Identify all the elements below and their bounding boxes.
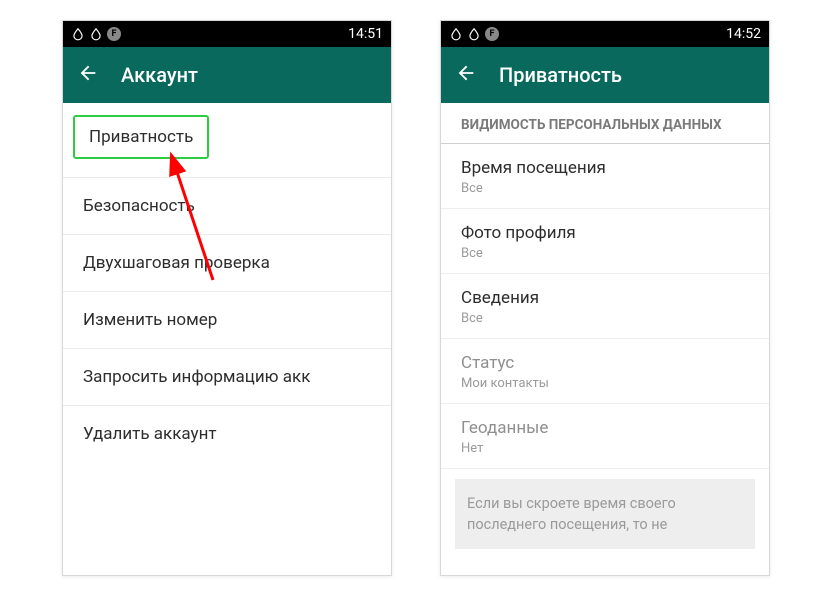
menu-item-label: Запросить информацию акк [83,367,310,387]
menu-item[interactable]: Двухшаговая проверка [63,235,391,292]
setting-row[interactable]: Время посещения Все [441,144,769,209]
menu-item-label: Двухшаговая проверка [83,253,270,273]
setting-row[interactable]: Статус Мои контакты [441,339,769,404]
account-menu: Приватность Безопасность Двухшаговая пров… [63,103,391,462]
notification-icon [71,27,85,41]
page-title: Аккаунт [121,63,198,87]
setting-title: Статус [461,353,749,373]
notification-icon [449,27,463,41]
status-bar: F 14:51 [63,21,391,47]
phone-privacy-screen: F 14:52 Приватность ВИДИМОСТЬ ПЕРСОНАЛЬН… [440,20,770,576]
menu-item-label: Изменить номер [83,310,217,330]
setting-value: Нет [461,441,749,456]
notification-icon [89,27,103,41]
setting-title: Сведения [461,288,749,308]
notification-icon [467,27,481,41]
notification-badge-icon: F [485,27,499,41]
phone-account-screen: F 14:51 Аккаунт Приватность Безопасность… [62,20,392,576]
privacy-settings: ВИДИМОСТЬ ПЕРСОНАЛЬНЫХ ДАННЫХ Время посе… [441,103,769,549]
clock: 14:52 [726,26,761,42]
menu-item-label: Удалить аккаунт [83,424,217,444]
menu-item[interactable]: Изменить номер [63,292,391,349]
setting-title: Фото профиля [461,223,749,243]
app-bar: Приватность [441,47,769,103]
setting-title: Геоданные [461,418,749,438]
menu-item-privacy[interactable]: Приватность [73,115,209,159]
setting-row[interactable]: Сведения Все [441,274,769,339]
section-header: ВИДИМОСТЬ ПЕРСОНАЛЬНЫХ ДАННЫХ [441,103,769,144]
menu-item-label: Приватность [89,127,193,147]
clock: 14:51 [348,26,383,42]
menu-item[interactable]: Удалить аккаунт [63,406,391,462]
app-bar: Аккаунт [63,47,391,103]
setting-row[interactable]: Геоданные Нет [441,404,769,469]
back-icon[interactable] [77,62,99,88]
setting-title: Время посещения [461,158,749,178]
back-icon[interactable] [455,62,477,88]
menu-item[interactable]: Безопасность [63,178,391,235]
notification-badge-icon: F [107,27,121,41]
setting-row[interactable]: Фото профиля Все [441,209,769,274]
status-bar: F 14:52 [441,21,769,47]
setting-value: Все [461,246,749,261]
menu-item-label: Безопасность [83,196,195,216]
menu-item[interactable]: Запросить информацию акк [63,349,391,406]
setting-value: Все [461,311,749,326]
setting-value: Мои контакты [461,376,749,391]
setting-value: Все [461,181,749,196]
page-title: Приватность [499,63,622,87]
hint-text: Если вы скроете время своего последнего … [455,479,755,549]
